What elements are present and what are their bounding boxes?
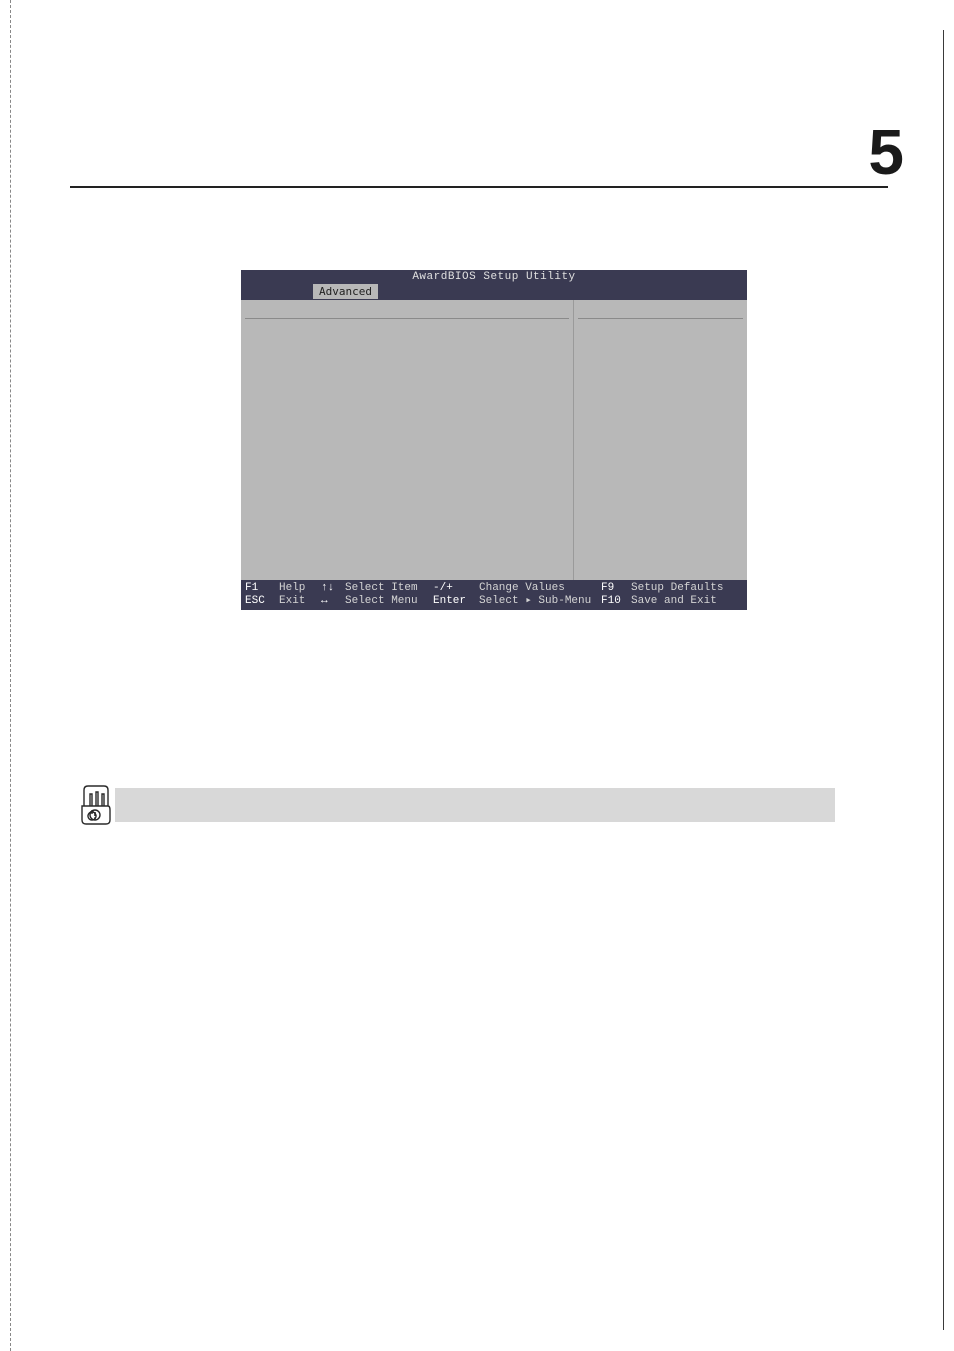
bios-label-select-menu: Select Menu (345, 595, 433, 608)
bios-label-select-submenu: Select ▸ Sub-Menu (479, 595, 601, 608)
bios-help-panel (574, 300, 747, 580)
chapter-number: 5 (868, 115, 904, 189)
bios-key-leftright: ↔ (321, 595, 345, 608)
note-hand-icon (78, 782, 112, 826)
bios-label-help: Help (279, 582, 321, 595)
horizontal-rule (70, 186, 888, 188)
bios-key-f1: F1 (241, 582, 279, 595)
bios-tab-advanced[interactable]: Advanced (313, 284, 378, 299)
bios-key-esc: ESC (241, 595, 279, 608)
bios-key-f10: F10 (601, 595, 631, 608)
page-cut-left (10, 0, 11, 1351)
bios-label-change-values: Change Values (479, 582, 601, 595)
bios-label-exit: Exit (279, 595, 321, 608)
bios-menubar: Advanced (241, 284, 747, 300)
bios-footer: F1 Help ↑↓ Select Item -/+ Change Values… (241, 580, 747, 610)
bios-main-panel (241, 300, 574, 580)
bios-key-enter: Enter (433, 595, 479, 608)
bios-key-plusminus: -/+ (433, 582, 479, 595)
bios-setup-screenshot: AwardBIOS Setup Utility Advanced F1 Help… (241, 270, 747, 610)
bios-title: AwardBIOS Setup Utility (241, 270, 747, 284)
bios-label-save-exit: Save and Exit (631, 595, 747, 608)
page-cut-right (943, 30, 944, 1330)
bios-label-setup-defaults: Setup Defaults (631, 582, 747, 595)
bios-label-select-item: Select Item (345, 582, 433, 595)
bios-key-f9: F9 (601, 582, 631, 595)
note-highlight-box (115, 788, 835, 822)
bios-key-updown: ↑↓ (321, 582, 345, 595)
